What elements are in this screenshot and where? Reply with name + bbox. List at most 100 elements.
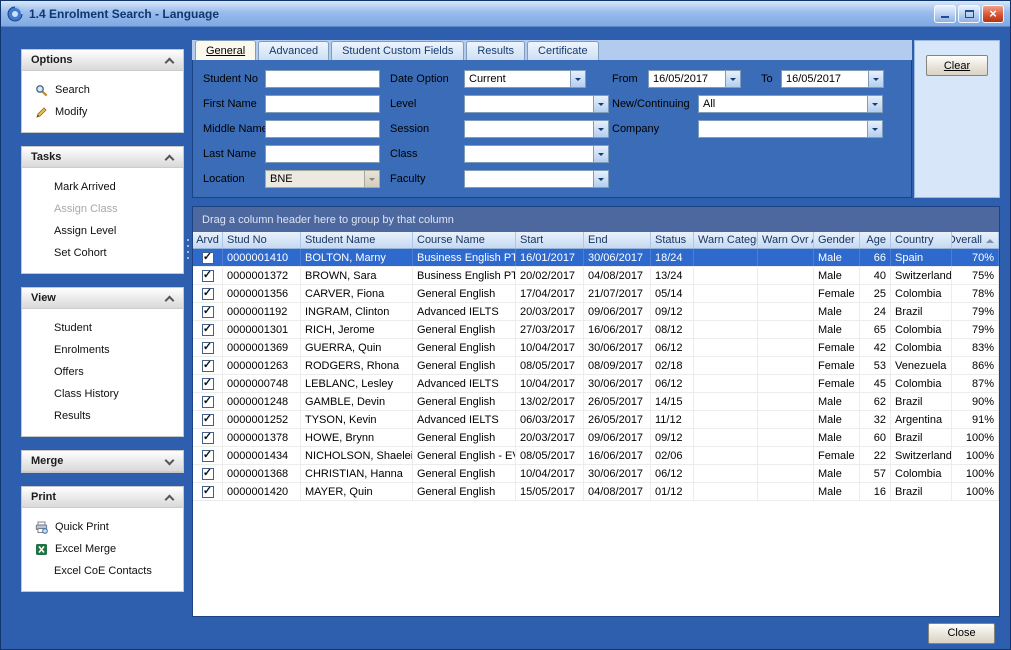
column-header-country[interactable]: Country (891, 232, 952, 248)
table-row[interactable]: 0000001301RICH, JeromeGeneral English27/… (193, 321, 999, 339)
section-body: StudentEnrolmentsOffersClass HistoryResu… (22, 309, 183, 436)
arrived-checkbox[interactable] (202, 378, 214, 390)
sidebar-item-excel-coe-contacts[interactable]: Excel CoE Contacts (22, 560, 183, 582)
column-header-label: Warn Ovr A (762, 234, 814, 246)
cell-stud_no: 0000001248 (223, 393, 301, 410)
column-header-arvd[interactable]: Arvd (193, 232, 223, 248)
column-header-end[interactable]: End (584, 232, 651, 248)
sidebar-item-label: Quick Print (55, 521, 109, 533)
cell-start: 10/04/2017 (516, 375, 584, 392)
arrived-checkbox[interactable] (202, 252, 214, 264)
column-header-status[interactable]: Status (651, 232, 694, 248)
table-row[interactable]: 0000001410BOLTON, MarnyBusiness English … (193, 249, 999, 267)
sidebar-item-results[interactable]: Results (22, 405, 183, 427)
sidebar-item-class-history[interactable]: Class History (22, 383, 183, 405)
maximize-button[interactable] (958, 5, 980, 23)
table-row[interactable]: 0000001369GUERRA, QuinGeneral English10/… (193, 339, 999, 357)
arrived-checkbox[interactable] (202, 288, 214, 300)
sidebar-item-set-cohort[interactable]: Set Cohort (22, 242, 183, 264)
sidebar-item-label: Excel CoE Contacts (54, 565, 152, 577)
faculty-select[interactable] (464, 170, 609, 188)
tab-certificate[interactable]: Certificate (527, 41, 599, 60)
sidebar-item-excel-merge[interactable]: Excel Merge (22, 538, 183, 560)
table-row[interactable]: 0000001368CHRISTIAN, HannaGeneral Englis… (193, 465, 999, 483)
column-header-start[interactable]: Start (516, 232, 584, 248)
table-row[interactable]: 0000001372BROWN, SaraBusiness English PT… (193, 267, 999, 285)
session-select[interactable] (464, 120, 609, 138)
table-row[interactable]: 0000001192INGRAM, ClintonAdvanced IELTS2… (193, 303, 999, 321)
arrived-checkbox[interactable] (202, 342, 214, 354)
arrived-checkbox[interactable] (202, 270, 214, 282)
table-row[interactable]: 0000001378HOWE, BrynnGeneral English20/0… (193, 429, 999, 447)
tab-results[interactable]: Results (466, 41, 525, 60)
first-name-input[interactable] (265, 95, 380, 113)
column-header-overall[interactable]: Overall (952, 232, 999, 248)
from-date-select[interactable]: 16/05/2017 (648, 70, 741, 88)
close-window-button[interactable]: × (982, 5, 1004, 23)
tab-student-custom-fields[interactable]: Student Custom Fields (331, 41, 464, 60)
arrived-checkbox[interactable] (202, 414, 214, 426)
arrived-checkbox[interactable] (202, 324, 214, 336)
sidebar-item-search[interactable]: Search (22, 79, 183, 101)
column-header-warn_ovr[interactable]: Warn Ovr A (758, 232, 814, 248)
arrived-checkbox[interactable] (202, 468, 214, 480)
cell-country: Venezuela (891, 357, 952, 374)
table-row[interactable]: 0000001434NICHOLSON, ShaeleigGeneral Eng… (193, 447, 999, 465)
sidebar-item-modify[interactable]: Modify (22, 101, 183, 123)
table-row[interactable]: 0000001263RODGERS, RhonaGeneral English0… (193, 357, 999, 375)
cell-course_name: General English (413, 285, 516, 302)
column-header-stud_no[interactable]: Stud No (223, 232, 301, 248)
column-header-gender[interactable]: Gender (814, 232, 860, 248)
arrived-checkbox[interactable] (202, 450, 214, 462)
group-by-bar[interactable]: Drag a column header here to group by th… (193, 207, 999, 232)
to-date-select[interactable]: 16/05/2017 (781, 70, 884, 88)
column-header-course_name[interactable]: Course Name (413, 232, 516, 248)
section-header-options[interactable]: Options (22, 50, 183, 71)
class-select[interactable] (464, 145, 609, 163)
sidebar-item-student[interactable]: Student (22, 317, 183, 339)
from-date-value: 16/05/2017 (649, 73, 725, 85)
table-row[interactable]: 0000001420MAYER, QuinGeneral English15/0… (193, 483, 999, 501)
arrived-checkbox[interactable] (202, 306, 214, 318)
tab-general[interactable]: General (195, 40, 256, 60)
table-row[interactable]: 0000001248GAMBLE, DevinGeneral English13… (193, 393, 999, 411)
column-header-age[interactable]: Age (860, 232, 891, 248)
sidebar-item-enrolments[interactable]: Enrolments (22, 339, 183, 361)
middle-name-input[interactable] (265, 120, 380, 138)
cell-student_name: RODGERS, Rhona (301, 357, 413, 374)
company-select[interactable] (698, 120, 883, 138)
level-select[interactable] (464, 95, 609, 113)
column-header-warn_category[interactable]: Warn Categor (694, 232, 758, 248)
section-header-view[interactable]: View (22, 288, 183, 309)
sidebar-item-offers[interactable]: Offers (22, 361, 183, 383)
date-option-select[interactable]: Current (464, 70, 586, 88)
student-no-input[interactable] (265, 70, 380, 88)
cell-course_name: General English (413, 339, 516, 356)
column-header-student_name[interactable]: Student Name (301, 232, 413, 248)
title-bar[interactable]: 1.4 Enrolment Search - Language × (1, 1, 1010, 27)
table-row[interactable]: 0000001252TYSON, KevinAdvanced IELTS06/0… (193, 411, 999, 429)
section-header-tasks[interactable]: Tasks (22, 147, 183, 168)
table-row[interactable]: 0000000748LEBLANC, LesleyAdvanced IELTS1… (193, 375, 999, 393)
new-continuing-select[interactable]: All (698, 95, 883, 113)
sidebar-item-mark-arrived[interactable]: Mark Arrived (22, 176, 183, 198)
table-row[interactable]: 0000001356CARVER, FionaGeneral English17… (193, 285, 999, 303)
arrived-checkbox[interactable] (202, 360, 214, 372)
chevron-down-icon (725, 71, 740, 87)
last-name-input[interactable] (265, 145, 380, 163)
cell-student_name: MAYER, Quin (301, 483, 413, 500)
minimize-button[interactable] (934, 5, 956, 23)
sidebar-item-assign-level[interactable]: Assign Level (22, 220, 183, 242)
clear-button[interactable]: Clear (926, 55, 988, 76)
arrived-checkbox[interactable] (202, 396, 214, 408)
section-header-print[interactable]: Print (22, 487, 183, 508)
arrived-checkbox[interactable] (202, 486, 214, 498)
panel-splitter[interactable] (184, 27, 192, 617)
arrived-checkbox[interactable] (202, 432, 214, 444)
sidebar-item-quick-print[interactable]: Quick Print (22, 516, 183, 538)
sidebar-section-view: ViewStudentEnrolmentsOffersClass History… (21, 287, 184, 437)
section-header-merge[interactable]: Merge (22, 451, 183, 472)
cell-stud_no: 0000001252 (223, 411, 301, 428)
tab-advanced[interactable]: Advanced (258, 41, 329, 60)
close-button[interactable]: Close (928, 623, 995, 644)
